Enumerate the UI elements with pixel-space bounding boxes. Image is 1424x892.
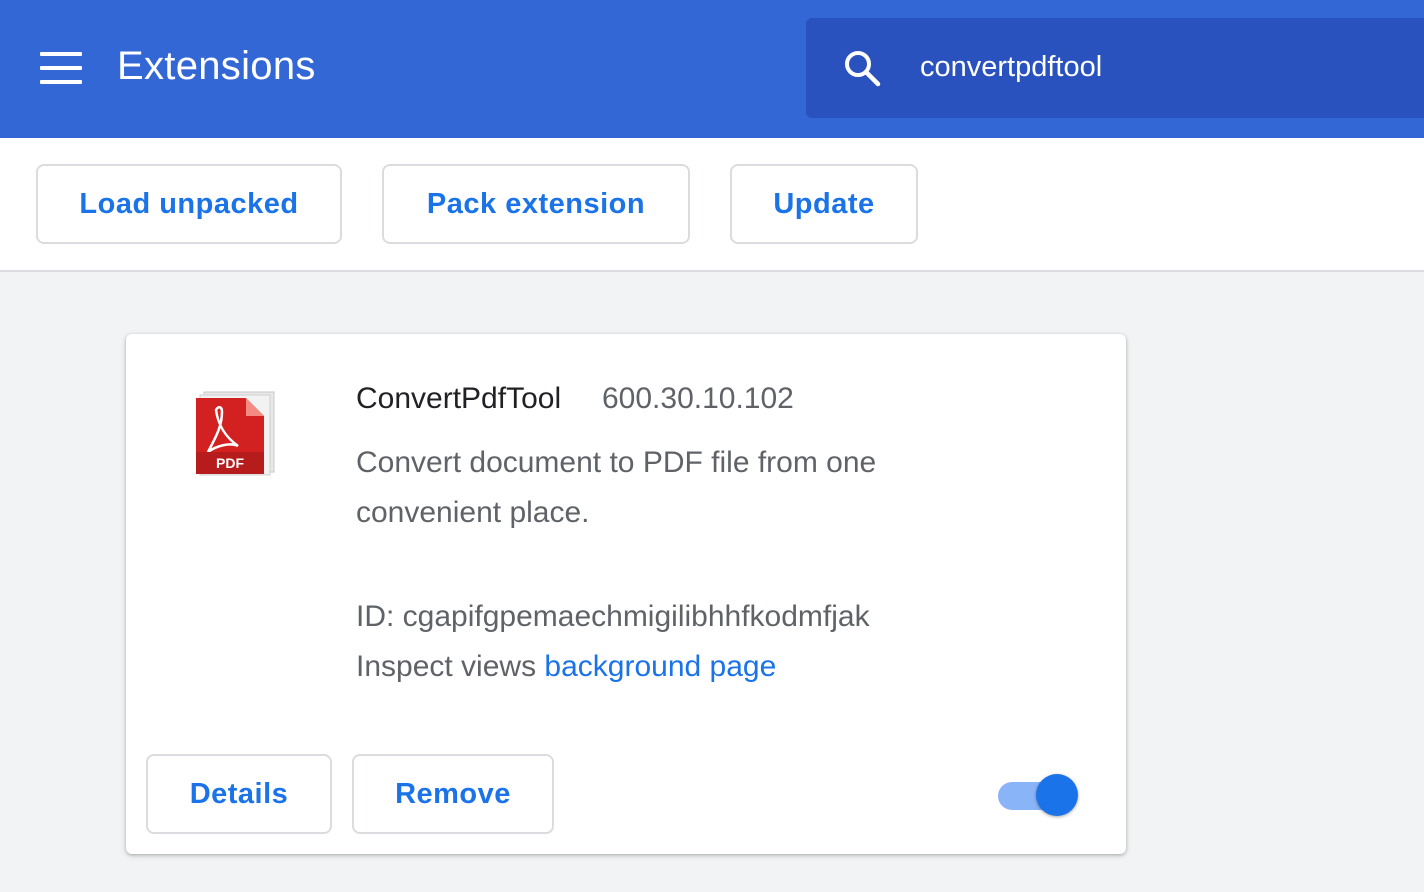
menu-icon-line [40, 80, 82, 84]
pdf-icon-label: PDF [216, 455, 244, 471]
background-page-link[interactable]: background page [544, 650, 776, 683]
toggle-knob [1036, 774, 1078, 816]
pdf-file-icon: PDF [196, 391, 275, 476]
update-button[interactable]: Update [730, 164, 918, 244]
pack-extension-button[interactable]: Pack extension [382, 164, 690, 244]
search-box[interactable] [806, 18, 1424, 118]
extension-version: 600.30.10.102 [602, 382, 794, 415]
extension-id: ID: cgapifgpemaechmigilibhhfkodmfjak [356, 600, 870, 633]
search-input[interactable] [920, 42, 1420, 92]
top-bar: Extensions [0, 0, 1424, 138]
search-icon[interactable] [842, 48, 882, 88]
inspect-views: Inspect views background page [356, 650, 776, 684]
menu-icon[interactable] [40, 52, 82, 84]
extension-card: PDF ConvertPdfTool 600.30.10.102 Convert… [126, 334, 1126, 854]
remove-button[interactable]: Remove [352, 754, 554, 834]
extension-description: Convert document to PDF file from one co… [356, 446, 877, 529]
load-unpacked-button[interactable]: Load unpacked [36, 164, 342, 244]
enable-toggle[interactable] [998, 774, 1080, 816]
inspect-views-label: Inspect views [356, 650, 537, 683]
details-button[interactable]: Details [146, 754, 332, 834]
extension-name: ConvertPdfTool [356, 382, 562, 415]
page-title: Extensions [117, 44, 316, 88]
menu-icon-line [40, 66, 82, 70]
menu-icon-line [40, 52, 82, 56]
developer-toolbar: Load unpacked Pack extension Update [0, 138, 1424, 272]
